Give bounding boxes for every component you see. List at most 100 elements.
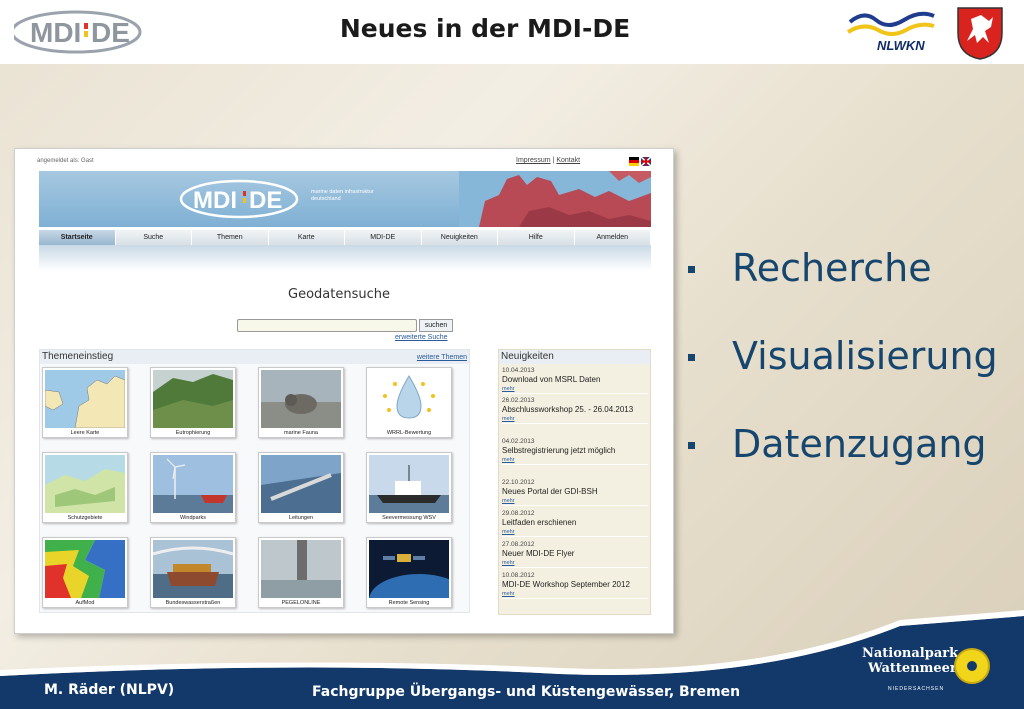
theme-tile-label: marine Fauna — [284, 430, 318, 436]
svg-text:DE: DE — [91, 17, 130, 48]
footer-group: Fachgruppe Übergangs- und Küstengewässer… — [312, 684, 741, 700]
theme-tile[interactable]: Windparks — [150, 452, 236, 523]
extended-search-link[interactable]: erweiterte Suche — [395, 334, 448, 341]
nationalpark-sun-icon — [954, 648, 990, 684]
news-date: 10.04.2013 — [502, 367, 535, 374]
theme-tile-label: Leitungen — [288, 515, 314, 521]
theme-tile[interactable]: Leitungen — [258, 452, 344, 523]
lower-saxony-coat-of-arms-icon — [957, 7, 1003, 60]
bullet-item: Recherche — [684, 246, 1014, 294]
news-text: MDI-DE Workshop September 2012 — [502, 580, 630, 589]
news-more-link[interactable]: mehr — [502, 528, 648, 536]
nav-karte[interactable]: Karte — [268, 230, 345, 245]
news-text: Abschlussworkshop 25. - 26.04.2013 — [502, 405, 634, 414]
news-item[interactable]: 29.08.2012 Leitfaden erschienen mehr — [502, 509, 648, 537]
nav-hilfe[interactable]: Hilfe — [498, 230, 575, 245]
coast-cliff-photo-icon — [153, 370, 233, 428]
mdi-de-logo: MDI DE — [14, 10, 142, 54]
news-text: Download von MSRL Daten — [502, 375, 601, 384]
themes-header: Themeneinstieg weitere Themen — [40, 350, 469, 364]
news-date: 29.08.2012 — [502, 510, 535, 517]
bullet-text: Recherche — [732, 246, 932, 290]
protected-areas-map-icon — [45, 455, 125, 513]
news-item[interactable]: 10.04.2013 Download von MSRL Daten mehr — [502, 366, 648, 394]
np-line1: Nationalpark — [862, 646, 959, 661]
nav-gradient-band — [39, 245, 651, 271]
nav-neuigkeiten[interactable]: Neuigkeiten — [421, 230, 498, 245]
svg-text:DE: DE — [249, 187, 282, 214]
theme-tile[interactable]: Schutzgebiete — [42, 452, 128, 523]
seal-photo-icon — [261, 370, 341, 428]
slide-title: Neues in der MDI-DE — [339, 14, 631, 43]
portal-banner: MDI DE marine daten infrastruktur deutsc… — [39, 171, 651, 227]
bullet-square-icon — [688, 354, 695, 361]
impressum-link[interactable]: Impressum — [516, 157, 551, 164]
language-flags-icon[interactable] — [629, 157, 651, 166]
search-input[interactable] — [237, 319, 417, 332]
news-item[interactable]: 22.10.2012 Neues Portal der GDI-BSH mehr — [502, 478, 648, 506]
theme-tile[interactable]: Leere Karte — [42, 367, 128, 438]
news-item[interactable]: 27.08.2012 Neuer MDI-DE Flyer mehr — [502, 540, 648, 568]
banner-mdi-de-logo[interactable]: MDI DE — [179, 177, 309, 221]
banner-subtitle: marine daten infrastruktur deutschland — [311, 189, 374, 202]
themes-panel: Themeneinstieg weitere Themen Leere Kart… — [39, 349, 470, 613]
themes-title: Themeneinstieg — [42, 351, 114, 362]
news-more-link[interactable]: mehr — [502, 385, 648, 393]
news-date: 22.10.2012 — [502, 479, 535, 486]
svg-text:MDI: MDI — [30, 17, 81, 48]
nav-startseite[interactable]: Startseite — [39, 230, 116, 245]
nav-mdi-de[interactable]: MDI-DE — [345, 230, 422, 245]
news-item[interactable]: 26.02.2013 Abschlussworkshop 25. - 26.04… — [502, 396, 648, 424]
nationalpark-logo: Nationalpark Wattenmeer NIEDERSACHSEN — [862, 646, 958, 692]
bullet-text: Datenzugang — [732, 422, 987, 466]
nav-anmelden[interactable]: Anmelden — [574, 230, 651, 245]
map-thumbnail-icon — [45, 370, 125, 428]
portal-nav: Startseite Suche Themen Karte MDI-DE Neu… — [39, 230, 651, 245]
nav-suche[interactable]: Suche — [115, 230, 192, 245]
news-more-link[interactable]: mehr — [502, 415, 648, 423]
news-text: Leitfaden erschienen — [502, 518, 577, 527]
header-links: Impressum | Kontakt — [516, 157, 581, 164]
news-more-link[interactable]: mehr — [502, 456, 648, 464]
theme-tile[interactable]: Eutrophierung — [150, 367, 236, 438]
search-button[interactable]: suchen — [419, 319, 453, 332]
footer-author: M. Räder (NLPV) — [44, 682, 175, 698]
water-drop-stars-icon — [369, 370, 449, 428]
nlwkn-logo-text: NLWKN — [877, 38, 925, 53]
news-date: 04.02.2013 — [502, 438, 535, 445]
theme-tile-label: Leere Karte — [70, 430, 100, 436]
wind-turbine-photo-icon — [153, 455, 233, 513]
news-more-link[interactable]: mehr — [502, 497, 648, 505]
theme-tile[interactable]: marine Fauna — [258, 367, 344, 438]
kontakt-link[interactable]: Kontakt — [556, 157, 580, 164]
theme-tile-label: Schutzgebiete — [67, 515, 103, 521]
news-title: Neuigkeiten — [501, 351, 554, 362]
news-text: Neues Portal der GDI-BSH — [502, 487, 598, 496]
news-header: Neuigkeiten — [499, 350, 650, 364]
bullet-item: Visualisierung — [684, 334, 1014, 382]
np-line2: Wattenmeer — [868, 661, 957, 676]
news-item[interactable]: 04.02.2013 Selbstregistrierung jetzt mög… — [502, 437, 648, 465]
svg-text:MDI: MDI — [193, 187, 237, 214]
portal-screenshot: angemeldet als: Gast Impressum | Kontakt… — [14, 148, 674, 634]
slide-header: MDI DE Neues in der MDI-DE NLWKN — [0, 0, 1024, 64]
survey-vessel-photo-icon — [369, 455, 449, 513]
news-more-link[interactable]: mehr — [502, 559, 648, 567]
news-date: 26.02.2013 — [502, 397, 535, 404]
theme-tile-label: Seevermessung WSV — [382, 515, 436, 521]
more-themes-link[interactable]: weitere Themen — [417, 354, 467, 361]
news-text: Neuer MDI-DE Flyer — [502, 549, 575, 558]
bullet-text: Visualisierung — [732, 334, 998, 378]
bullet-square-icon — [688, 442, 695, 449]
search-title: Geodatensuche — [288, 287, 390, 302]
theme-tile[interactable]: Seevermessung WSV — [366, 452, 452, 523]
nav-themen[interactable]: Themen — [192, 230, 269, 245]
theme-tile-label: Windparks — [180, 515, 206, 521]
news-date: 27.08.2012 — [502, 541, 535, 548]
bullet-square-icon — [688, 266, 695, 273]
sun-center-icon — [967, 661, 977, 671]
news-panel: Neuigkeiten 10.04.2013 Download von MSRL… — [498, 349, 651, 615]
bullet-item: Datenzugang — [684, 422, 1014, 470]
banner-coast-map-icon — [459, 171, 651, 227]
theme-tile[interactable]: WRRL-Bewertung — [366, 367, 452, 438]
